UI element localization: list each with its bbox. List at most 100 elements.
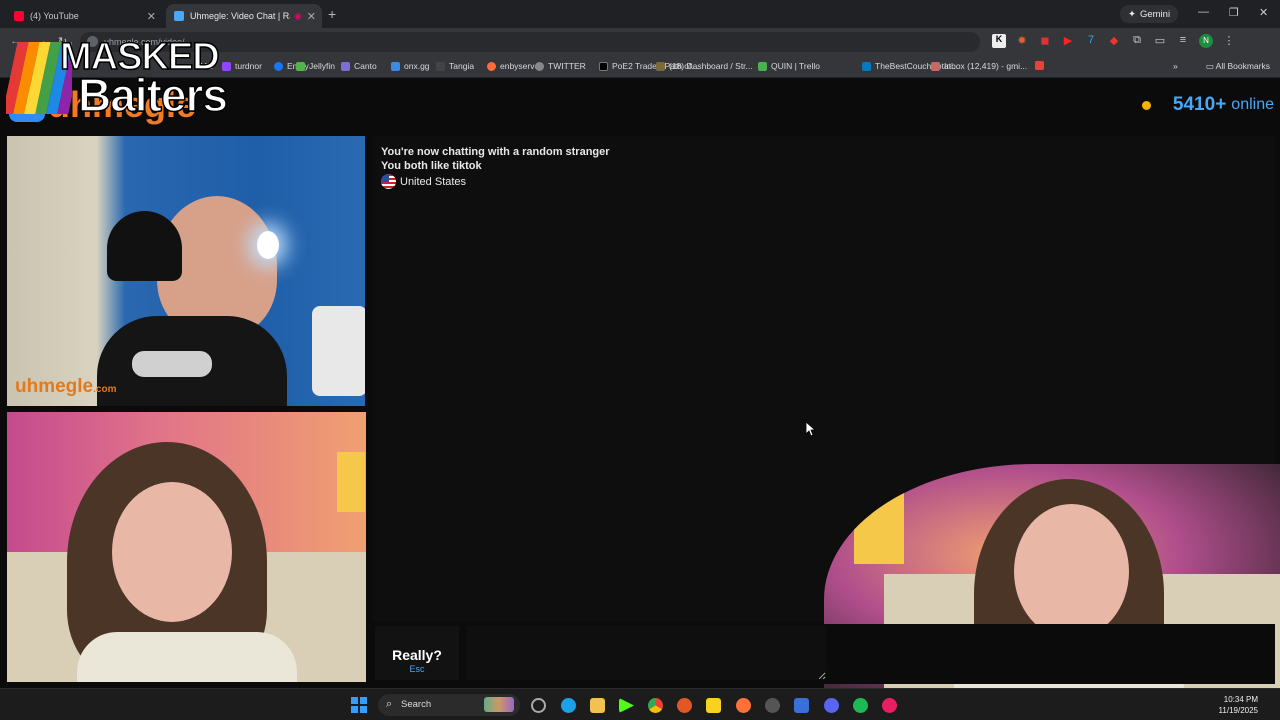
fox-extension-icon[interactable]: ✸ (1015, 34, 1029, 48)
skip-hint: Esc (409, 663, 425, 674)
search-highlight-icon (484, 697, 514, 712)
seven-tv-extension-icon[interactable]: 7 (1084, 34, 1098, 48)
bookmark-item[interactable]: TWITTER (535, 61, 586, 71)
uhmegle-icon (174, 11, 184, 21)
clock-time: 10:34 PM (1223, 695, 1258, 704)
minimize-icon[interactable]: — (1198, 6, 1209, 18)
taskbar-clock[interactable]: 10:34 PM 11/19/2025 (1219, 694, 1258, 716)
mouse-cursor-icon (806, 422, 816, 437)
sticky-notes-icon[interactable] (706, 698, 721, 713)
menu-icon[interactable]: ⋮ (1222, 34, 1236, 48)
bookmark-item[interactable]: (18) Dashboard / Str... (656, 61, 753, 71)
search-icon: ⌕ (386, 698, 393, 710)
bookmark-item[interactable]: Inbox (12,419) - gmi... (931, 61, 1027, 71)
online-label: online (1231, 96, 1274, 113)
lamp (337, 452, 365, 512)
browser-tab-bar: (4) YouTube ✕ Uhmegle: Video Chat | Ran … (0, 0, 1280, 28)
chat-input-row: Really? Esc (372, 624, 1275, 684)
canto-icon (391, 61, 400, 71)
game-extension-icon[interactable]: ◼ (1038, 34, 1052, 48)
file-explorer-icon[interactable] (590, 698, 605, 713)
gmail-icon (1035, 61, 1044, 70)
self-video (7, 412, 366, 682)
uhmegle-watermark: uhmegle.com (15, 376, 117, 397)
trello-icon (862, 61, 871, 71)
taskbar-search[interactable]: ⌕ Search (378, 694, 520, 716)
streamlabs-icon (758, 61, 767, 71)
jellyfin-icon (341, 61, 350, 71)
onx-icon (436, 61, 445, 71)
task-view-icon[interactable] (531, 698, 546, 713)
bookmark-item[interactable]: enbyserver (487, 61, 542, 71)
sparkle-icon: ✦ (1128, 8, 1136, 20)
self-shirt (77, 632, 297, 682)
search-label: Search (401, 699, 432, 710)
edge-icon[interactable] (561, 698, 576, 713)
windows-start-icon[interactable] (351, 697, 367, 713)
chat-interest: You both like tiktok (381, 160, 482, 172)
tab-title: (4) YouTube (30, 11, 79, 21)
close-window-icon[interactable]: ✕ (1259, 6, 1268, 19)
tab-youtube[interactable]: (4) YouTube ✕ (6, 4, 162, 28)
chrome-icon[interactable] (648, 698, 663, 713)
youtube-icon (14, 11, 24, 21)
face (1014, 504, 1129, 639)
message-input[interactable] (466, 626, 826, 680)
laundry-basket (312, 306, 365, 396)
folder-icon: ▭ (1205, 61, 1216, 71)
couch-icon (931, 61, 940, 71)
tab-title: Uhmegle: Video Chat | Ran (190, 11, 290, 21)
globe-icon (535, 61, 544, 71)
emby-icon (296, 61, 305, 71)
clock-date: 11/19/2025 (1218, 706, 1258, 715)
tangia-icon (487, 61, 496, 71)
beanie (107, 211, 182, 281)
facebook-icon (274, 61, 283, 71)
bookmark-item[interactable]: onx.gg (391, 61, 430, 71)
discord-icon[interactable] (824, 698, 839, 713)
sidepanel-icon[interactable]: ▭ (1153, 34, 1167, 48)
app-icon[interactable] (882, 698, 897, 713)
spotify-icon[interactable] (853, 698, 868, 713)
all-bookmarks-button[interactable]: ▭ All Bookmarks (1206, 61, 1270, 72)
kick-icon[interactable] (619, 698, 634, 713)
extension-toolbar: K ✸ ◼ ▶ 7 ◆ ⧉ ▭ ≡ N ⋮ (992, 34, 1236, 48)
windows-taskbar: ⌕ Search 10:34 PM 11/19/2025 (0, 688, 1280, 720)
tab-uhmegle[interactable]: Uhmegle: Video Chat | Ran ◉ ✕ (166, 4, 322, 28)
masked-baiters-overlay-logo: MASKED Baiters (6, 35, 229, 122)
country-name: United States (400, 175, 467, 188)
bookmark-item[interactable]: QUIN | Trello (758, 61, 820, 71)
bookmark-item[interactable]: Tangia (436, 61, 474, 71)
skip-label: Really? (392, 646, 442, 663)
more-bookmarks-icon[interactable]: » (1173, 61, 1178, 71)
online-counter: 5410+ online (1141, 94, 1274, 116)
red-extension-icon[interactable]: ◆ (1107, 34, 1121, 48)
bookmark-item[interactable]: turdnor (222, 61, 262, 71)
chat-status: You're now chatting with a random strang… (381, 146, 610, 158)
poe-icon (656, 61, 665, 71)
us-flag-icon (381, 174, 396, 189)
app-icon[interactable] (677, 698, 692, 713)
restore-icon[interactable]: ❐ (1229, 6, 1239, 19)
x-icon (599, 61, 608, 71)
profile-avatar[interactable]: N (1199, 34, 1213, 48)
youtube-extension-icon[interactable]: ▶ (1061, 34, 1075, 48)
close-icon[interactable]: ✕ (307, 10, 316, 23)
skip-button[interactable]: Really? Esc (375, 626, 459, 680)
obs-icon[interactable] (765, 698, 780, 713)
firefox-icon[interactable] (736, 698, 751, 713)
record-icon: ◉ (294, 10, 302, 21)
bookmark-item[interactable]: Canto (341, 61, 377, 71)
stranger-video: uhmegle.com (7, 136, 365, 406)
bookmark-item[interactable] (1035, 61, 1048, 70)
k-extension-icon[interactable]: K (992, 34, 1006, 48)
bookmark-item[interactable]: Jellyfin (296, 61, 335, 71)
close-icon[interactable]: ✕ (147, 10, 156, 23)
gemini-button[interactable]: ✦ Gemini (1120, 5, 1179, 23)
media-control-icon[interactable]: ≡ (1176, 34, 1190, 48)
extensions-puzzle-icon[interactable]: ⧉ (1130, 34, 1144, 48)
app-icon[interactable] (794, 698, 809, 713)
gemini-label: Gemini (1139, 8, 1171, 20)
chat-country: United States (381, 174, 466, 189)
new-tab-button[interactable]: + (328, 6, 336, 22)
